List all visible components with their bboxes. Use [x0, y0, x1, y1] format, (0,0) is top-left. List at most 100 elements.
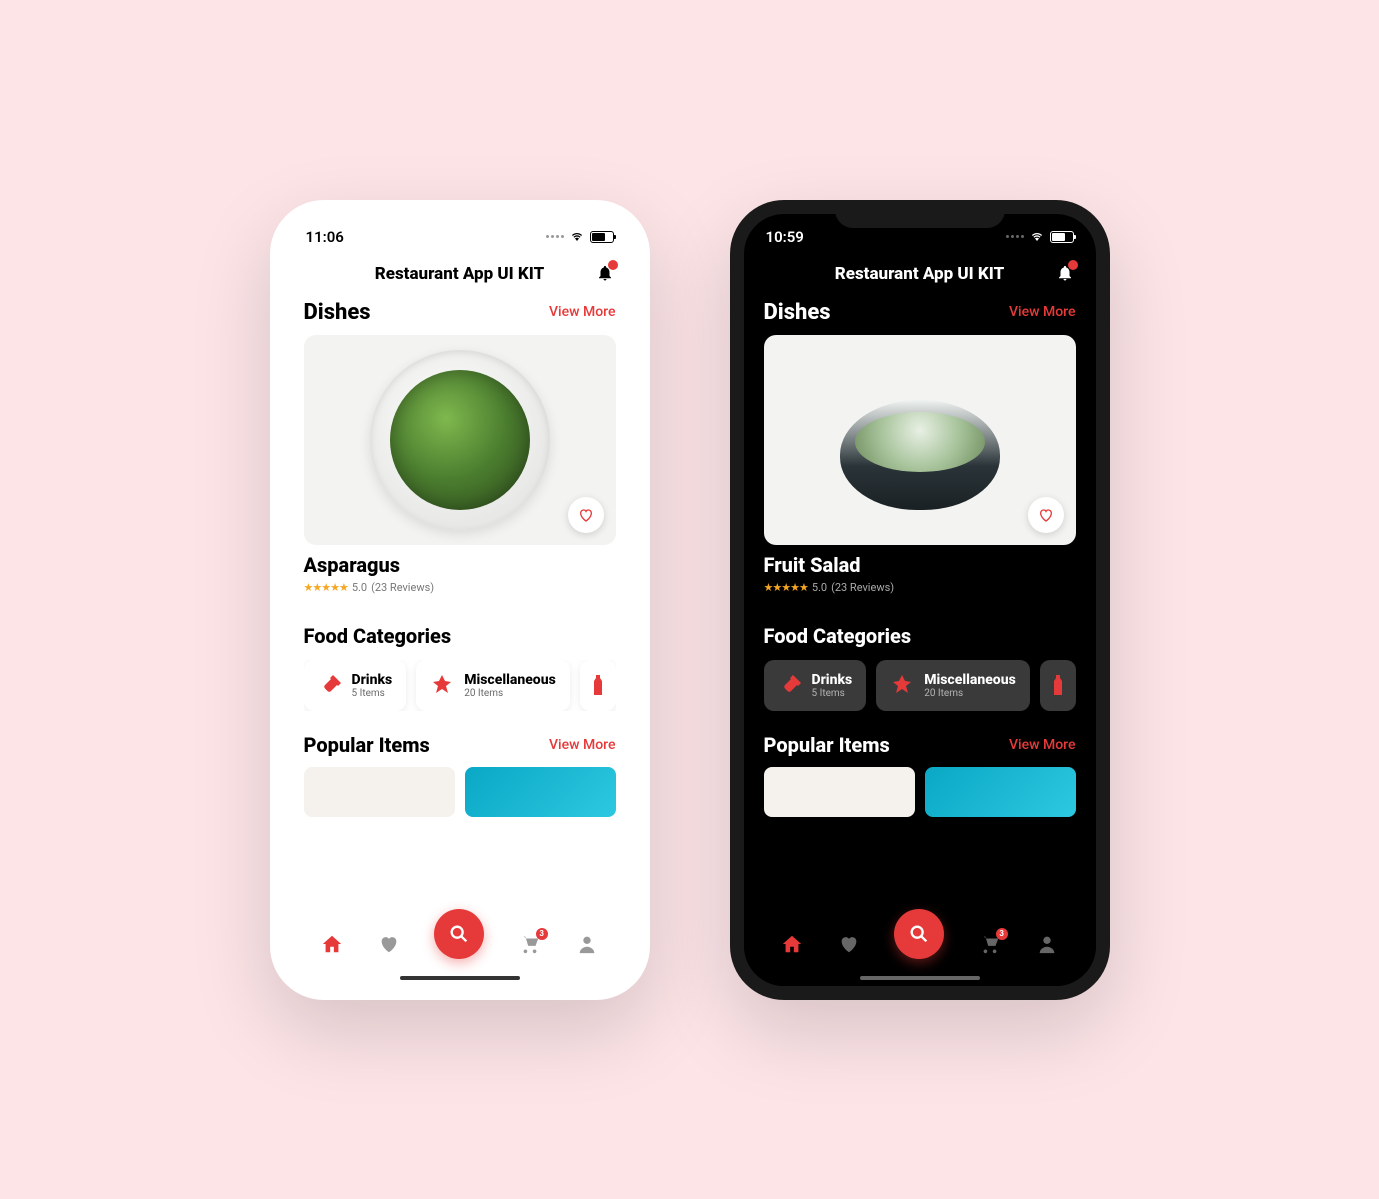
popular-item[interactable]: [925, 767, 1076, 817]
rating-value: 5.0: [352, 581, 367, 594]
dishes-header: Dishes View More: [304, 300, 616, 325]
home-icon: [781, 933, 803, 955]
dish-card[interactable]: [764, 335, 1076, 545]
dish-name: Asparagus: [304, 553, 616, 577]
view-more-popular[interactable]: View More: [1009, 737, 1075, 753]
nav-cart[interactable]: 3: [978, 932, 1002, 956]
header: Restaurant App UI KIT: [284, 250, 636, 294]
popular-header: Popular Items View More: [304, 733, 616, 757]
content: Dishes View More Fruit Salad ★★★★★ 5.0 (…: [744, 294, 1096, 916]
status-bar: 11:06: [284, 214, 636, 250]
user-icon: [576, 933, 598, 955]
category-misc[interactable]: Miscellaneous 20 Items: [416, 660, 570, 711]
bottle-icon: [1046, 673, 1070, 697]
notifications-button[interactable]: [1056, 264, 1074, 282]
phone-dark: 10:59 Restaurant App UI KIT Dishes View …: [730, 200, 1110, 1000]
category-name: Drinks: [352, 672, 393, 688]
category-name: Miscellaneous: [924, 672, 1016, 688]
leaf-icon: [430, 673, 454, 697]
notch: [835, 200, 1005, 228]
search-icon: [908, 923, 930, 945]
categories-title: Food Categories: [764, 624, 912, 648]
favorite-button[interactable]: [568, 497, 604, 533]
bottle-icon: [778, 673, 802, 697]
rating-reviews: (23 Reviews): [831, 581, 894, 594]
user-icon: [1036, 933, 1058, 955]
categories-header: Food Categories: [764, 624, 1076, 648]
home-indicator: [860, 976, 980, 980]
category-misc[interactable]: Miscellaneous 20 Items: [876, 660, 1030, 711]
status-icons: [546, 231, 614, 243]
categories-row[interactable]: Drinks 5 Items Miscellaneous 20 Items: [304, 660, 616, 711]
popular-item[interactable]: [764, 767, 915, 817]
signal-icon: [1006, 235, 1024, 238]
category-count: 5 Items: [812, 688, 853, 699]
stars-icon: ★★★★★: [304, 581, 348, 594]
categories-row[interactable]: Drinks 5 Items Miscellaneous 20 Items: [764, 660, 1076, 711]
nav-home[interactable]: [780, 932, 804, 956]
status-time: 10:59: [766, 228, 804, 246]
category-name: Miscellaneous: [464, 672, 556, 688]
nav-favorites[interactable]: [377, 932, 401, 956]
view-more-dishes[interactable]: View More: [1009, 304, 1075, 320]
heart-icon: [378, 933, 400, 955]
home-indicator: [400, 976, 520, 980]
notification-badge: [608, 260, 618, 270]
screen-light: 11:06 Restaurant App UI KIT Dishes View …: [284, 214, 636, 986]
category-count: 5 Items: [352, 688, 393, 699]
heart-icon: [838, 933, 860, 955]
rating-value: 5.0: [812, 581, 827, 594]
dish-rating: ★★★★★ 5.0 (23 Reviews): [304, 581, 616, 594]
popular-row[interactable]: [304, 767, 616, 807]
status-time: 11:06: [306, 228, 344, 246]
app-title: Restaurant App UI KIT: [835, 264, 1004, 284]
content: Dishes View More Asparagus ★★★★★ 5.0 (23…: [284, 294, 636, 916]
popular-header: Popular Items View More: [764, 733, 1076, 757]
cart-badge: 3: [996, 928, 1008, 940]
dishes-header: Dishes View More: [764, 300, 1076, 325]
wifi-icon: [569, 231, 585, 243]
category-partial[interactable]: [1040, 660, 1076, 711]
bottle-icon: [318, 673, 342, 697]
battery-icon: [590, 231, 614, 243]
nav-home[interactable]: [320, 932, 344, 956]
view-more-dishes[interactable]: View More: [549, 304, 615, 320]
heart-icon: [578, 507, 594, 523]
wifi-icon: [1029, 231, 1045, 243]
rating-reviews: (23 Reviews): [371, 581, 434, 594]
dish-card[interactable]: [304, 335, 616, 545]
home-icon: [321, 933, 343, 955]
search-fab[interactable]: [434, 909, 484, 959]
leaf-icon: [890, 673, 914, 697]
categories-title: Food Categories: [304, 624, 452, 648]
dish-name: Fruit Salad: [764, 553, 1076, 577]
popular-row[interactable]: [764, 767, 1076, 807]
status-icons: [1006, 231, 1074, 243]
popular-item[interactable]: [465, 767, 616, 817]
popular-title: Popular Items: [764, 733, 890, 757]
notifications-button[interactable]: [596, 264, 614, 282]
category-count: 20 Items: [924, 688, 1016, 699]
nav-favorites[interactable]: [837, 932, 861, 956]
cart-badge: 3: [536, 928, 548, 940]
nav-profile[interactable]: [575, 932, 599, 956]
nav-profile[interactable]: [1035, 932, 1059, 956]
category-partial[interactable]: [580, 660, 616, 711]
favorite-button[interactable]: [1028, 497, 1064, 533]
popular-title: Popular Items: [304, 733, 430, 757]
popular-item[interactable]: [304, 767, 455, 817]
nav-cart[interactable]: 3: [518, 932, 542, 956]
dishes-title: Dishes: [764, 300, 831, 325]
view-more-popular[interactable]: View More: [549, 737, 615, 753]
notification-badge: [1068, 260, 1078, 270]
stars-icon: ★★★★★: [764, 581, 808, 594]
category-name: Drinks: [812, 672, 853, 688]
categories-header: Food Categories: [304, 624, 616, 648]
screen-dark: 10:59 Restaurant App UI KIT Dishes View …: [744, 214, 1096, 986]
heart-icon: [1038, 507, 1054, 523]
category-drinks[interactable]: Drinks 5 Items: [764, 660, 867, 711]
search-fab[interactable]: [894, 909, 944, 959]
battery-icon: [1050, 231, 1074, 243]
search-icon: [448, 923, 470, 945]
category-drinks[interactable]: Drinks 5 Items: [304, 660, 407, 711]
